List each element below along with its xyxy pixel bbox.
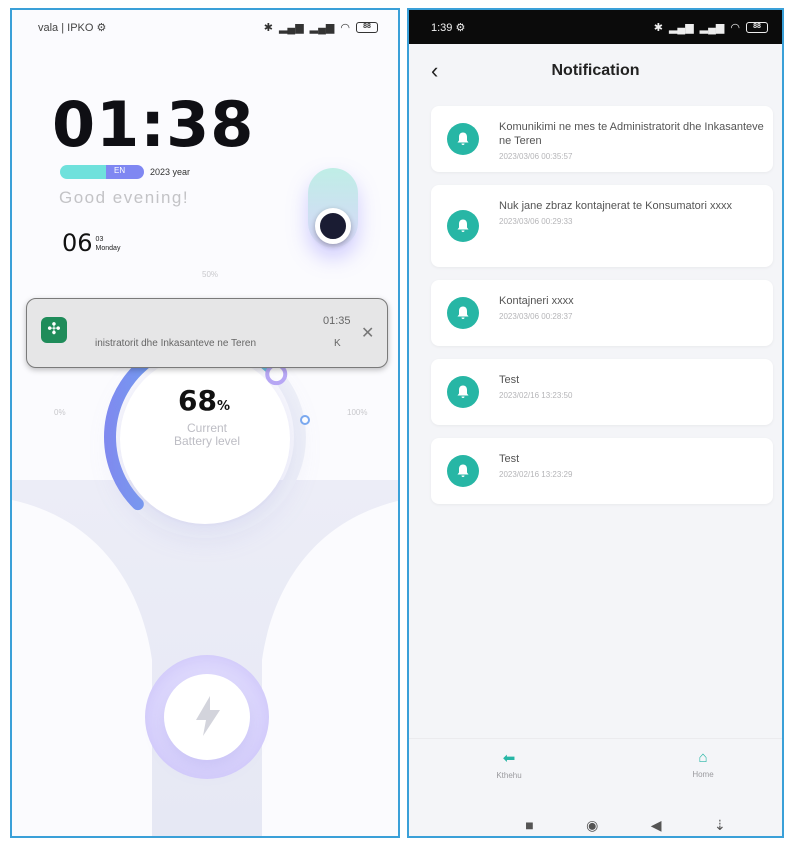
notification-date: 2023/02/16 13:23:29 <box>499 470 573 479</box>
carrier-text: vala | IPKO <box>38 21 94 34</box>
notification-date: 2023/02/16 13:23:50 <box>499 391 573 400</box>
page-title: Notification <box>551 62 640 79</box>
status-time: 1:39 <box>431 21 453 34</box>
battery-percent-value: 68 <box>178 384 217 417</box>
gauge-label-100: 100% <box>347 408 368 417</box>
carrier-wrap: vala | IPKO ⚙ <box>38 21 106 34</box>
notification-item[interactable]: Nuk jane zbraz kontajnerat te Konsumator… <box>431 185 773 267</box>
signal2-icon: ▂▄▆ <box>309 21 335 34</box>
battery-percent-unit: % <box>216 399 230 414</box>
back-triangle-icon[interactable]: ◀ <box>651 817 662 834</box>
date-weekday: Monday <box>95 245 121 252</box>
date-day: 06 <box>62 229 93 257</box>
status-icons: ✱ ▂▄▆ ▂▄▆ ◠ 88 <box>264 21 378 34</box>
close-icon[interactable]: ✕ <box>361 323 374 343</box>
banner-text: inistratorit dhe Inkasanteve ne Teren <box>95 338 257 349</box>
battery-caption-line2: Battery level <box>173 434 241 448</box>
notification-date: 2023/03/06 00:29:33 <box>499 217 573 226</box>
left-phone-screen: vala | IPKO ⚙ ✱ ▂▄▆ ▂▄▆ ◠ 88 01:38 EN 20… <box>10 8 400 838</box>
date-detail: 03 Monday <box>96 235 121 257</box>
notification-title: Test <box>499 374 520 386</box>
language-label: EN <box>114 166 126 175</box>
bottom-nav: ⬅ Kthehu ⌂ Home <box>409 738 782 796</box>
language-switch[interactable]: EN <box>60 165 144 179</box>
notification-date: 2023/03/06 00:28:37 <box>499 312 573 321</box>
notification-body: Kontajneri xxxx 2023/03/06 00:28:37 <box>499 294 767 321</box>
wifi-icon: ◠ <box>730 21 740 34</box>
battery-icon: 88 <box>746 21 768 33</box>
nav-home-label: Home <box>692 770 714 779</box>
notification-item[interactable]: Test 2023/02/16 13:23:50 <box>431 359 773 425</box>
notification-body: Komunikimi ne mes te Administratorit dhe… <box>499 120 767 161</box>
signal-icon: ▂▄▆ <box>668 21 694 34</box>
recent-apps-icon[interactable]: ■ <box>525 817 533 833</box>
year-text: 2023 year <box>150 167 191 177</box>
banner-time: 01:35 <box>323 315 351 327</box>
status-bar-right: 1:39 ⚙ ✱ ▂▄▆ ▂▄▆ ◠ 88 <box>409 10 782 44</box>
gauge-end-dot <box>300 415 310 425</box>
settings-gear-icon: ⚙ <box>455 21 466 34</box>
notification-date: 2023/03/06 00:35:57 <box>499 152 573 161</box>
home-icon: ⌂ <box>698 749 708 766</box>
notification-banner[interactable]: ✣ 01:35 inistratorit dhe Inkasanteve ne … <box>26 298 388 368</box>
signal2-icon: ▂▄▆ <box>699 21 725 34</box>
notification-list: Komunikimi ne mes te Administratorit dhe… <box>431 106 773 517</box>
greeting-text: Good evening! <box>59 188 190 207</box>
lightning-bolt-icon <box>196 696 220 736</box>
battery-percent: 68% <box>178 384 230 417</box>
signal-icon: ▂▄▆ <box>278 21 304 34</box>
battery-icon: 88 <box>356 21 378 33</box>
nav-home[interactable]: ⌂ Home <box>673 749 733 779</box>
bell-icon <box>447 455 479 487</box>
notification-body: Test 2023/02/16 13:23:29 <box>499 452 767 479</box>
nav-back[interactable]: ⬅ Kthehu <box>479 749 539 780</box>
notification-title: Nuk jane zbraz kontajnerat te Konsumator… <box>499 200 732 212</box>
menu-icon[interactable]: ⇣ <box>714 817 726 834</box>
bell-icon <box>447 376 479 408</box>
bluetooth-icon: ✱ <box>263 21 273 34</box>
nav-back-label: Kthehu <box>496 771 522 780</box>
page-header: ‹ Notification <box>409 44 782 100</box>
notification-title: Komunikimi ne mes te Administratorit dhe… <box>499 121 764 147</box>
notification-item[interactable]: Kontajneri xxxx 2023/03/06 00:28:37 <box>431 280 773 346</box>
system-nav-bar: ■ ◉ ◀ ⇣ <box>409 810 782 836</box>
bell-icon <box>447 210 479 242</box>
status-bar-left: vala | IPKO ⚙ ✱ ▂▄▆ ▂▄▆ ◠ 88 <box>12 10 398 44</box>
notification-item[interactable]: Komunikimi ne mes te Administratorit dhe… <box>431 106 773 172</box>
language-row: EN 2023 year <box>60 165 190 179</box>
notification-title: Kontajneri xxxx <box>499 295 574 307</box>
date-month: 03 <box>95 236 104 243</box>
arrow-left-icon: ⬅ <box>502 750 516 767</box>
bell-icon <box>447 297 479 329</box>
big-clock: 01:38 <box>52 88 255 161</box>
banner-suffix: K <box>334 338 341 349</box>
status-icons-right: ✱ ▂▄▆ ▂▄▆ ◠ 88 <box>654 21 768 34</box>
notification-title: Test <box>499 453 520 465</box>
settings-gear-icon: ⚙ <box>96 21 107 34</box>
notification-item[interactable]: Test 2023/02/16 13:23:29 <box>431 438 773 504</box>
gauge-label-0: 0% <box>54 408 66 417</box>
toggle-knob[interactable] <box>315 208 351 244</box>
status-time-wrap: 1:39 ⚙ <box>431 21 465 34</box>
screenshot-canvas: vala | IPKO ⚙ ✱ ▂▄▆ ▂▄▆ ◠ 88 01:38 EN 20… <box>0 0 786 843</box>
app-logo-icon: ✣ <box>41 317 67 343</box>
bluetooth-icon: ✱ <box>653 21 663 34</box>
wifi-icon: ◠ <box>340 21 350 34</box>
home-circle-icon[interactable]: ◉ <box>586 817 598 834</box>
battery-caption: Current Battery level <box>162 422 252 448</box>
notification-body: Nuk jane zbraz kontajnerat te Konsumator… <box>499 199 767 226</box>
bell-icon <box>447 123 479 155</box>
mode-toggle[interactable] <box>308 168 358 248</box>
right-phone-screen: 1:39 ⚙ ✱ ▂▄▆ ▂▄▆ ◠ 88 ‹ Notification Kom… <box>407 8 784 838</box>
date-row: 06 03 Monday <box>62 229 120 257</box>
notification-body: Test 2023/02/16 13:23:50 <box>499 373 767 400</box>
gauge-label-50: 50% <box>202 270 219 279</box>
